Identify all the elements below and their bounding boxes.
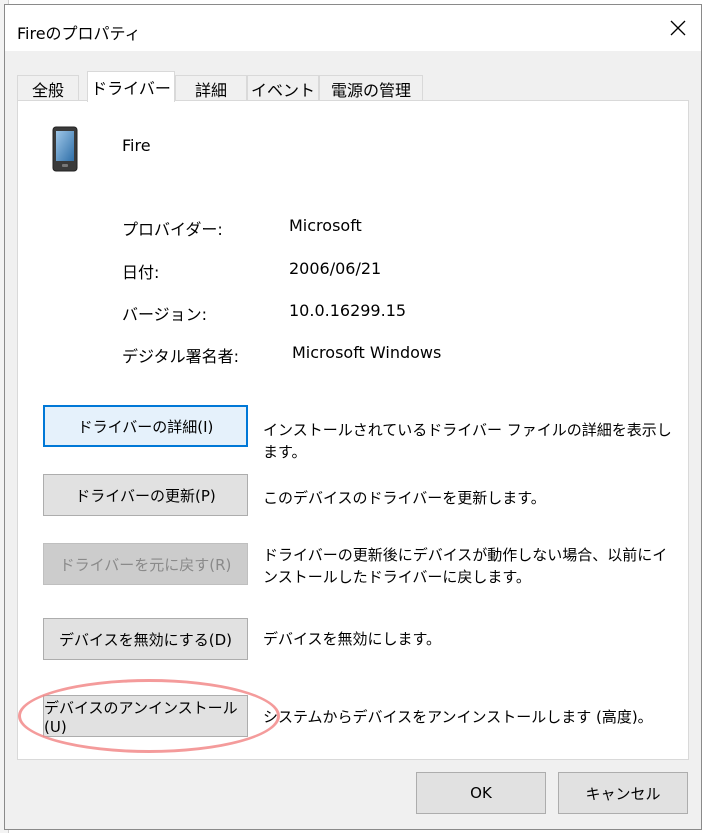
tab-details[interactable]: 詳細 [175, 75, 247, 101]
tab-details-label: 詳細 [194, 80, 227, 100]
update-driver-button-label: ドライバーの更新(P) [75, 486, 216, 505]
window-title: Fireのプロパティ [17, 24, 141, 43]
update-driver-button[interactable]: ドライバーの更新(P) [43, 474, 248, 516]
title-bar: Fireのプロパティ [5, 5, 701, 51]
cancel-button-label: キャンセル [585, 784, 661, 803]
tab-driver-label: ドライバー [91, 79, 171, 98]
uninstall-device-button[interactable]: デバイスのアンインストール(U) [43, 695, 248, 737]
roll-back-driver-description: ドライバーの更新後にデバイスが動作しない場合、以前にインストールしたドライバーに… [263, 546, 668, 586]
provider-value: Microsoft [289, 216, 362, 235]
driver-tab-panel: Fire プロバイダー: Microsoft 日付: 2006/06/21 バー… [17, 100, 689, 760]
driver-details-button-label: ドライバーの詳細(I) [77, 417, 214, 436]
cancel-button[interactable]: キャンセル [558, 772, 688, 814]
roll-back-driver-button[interactable]: ドライバーを元に戻す(R) [43, 543, 248, 585]
provider-label: プロバイダー: [122, 220, 223, 239]
tab-power-label: 電源の管理 [330, 80, 411, 100]
update-driver-description: このデバイスのドライバーを更新します。 [263, 489, 546, 507]
close-icon [670, 20, 686, 36]
date-value: 2006/06/21 [289, 259, 382, 278]
uninstall-device-description: システムからデバイスをアンインストールします (高度)。 [263, 708, 653, 726]
driver-details-description: インストールされているドライバー ファイルの詳細を表示します。 [263, 421, 672, 461]
tab-power-management[interactable]: 電源の管理 [319, 75, 423, 101]
disable-device-button[interactable]: デバイスを無効にする(D) [43, 618, 248, 660]
phone-icon [52, 126, 78, 172]
tab-events[interactable]: イベント [247, 75, 319, 101]
device-name: Fire [122, 136, 151, 155]
roll-back-driver-button-label: ドライバーを元に戻す(R) [59, 555, 232, 574]
tab-events-label: イベント [250, 80, 315, 100]
digital-signer-value: Microsoft Windows [292, 343, 442, 362]
properties-dialog: Fireのプロパティ 全般 ドライバー 詳細 イベント 電源の管理 Fire プ… [4, 4, 702, 830]
uninstall-device-button-label: デバイスのアンインストール(U) [44, 698, 238, 736]
ok-button[interactable]: OK [416, 772, 546, 814]
tab-general[interactable]: 全般 [17, 75, 79, 101]
tab-general-label: 全般 [31, 80, 64, 100]
tab-driver[interactable]: ドライバー [87, 71, 175, 102]
digital-signer-label: デジタル署名者: [122, 347, 240, 366]
disable-device-button-label: デバイスを無効にする(D) [59, 630, 232, 649]
disable-device-description: デバイスを無効にします。 [263, 630, 442, 648]
version-label: バージョン: [122, 305, 208, 324]
close-button[interactable] [655, 5, 701, 51]
ok-button-label: OK [470, 784, 492, 802]
driver-details-button[interactable]: ドライバーの詳細(I) [43, 405, 248, 447]
date-label: 日付: [122, 263, 160, 282]
version-value: 10.0.16299.15 [289, 301, 407, 320]
